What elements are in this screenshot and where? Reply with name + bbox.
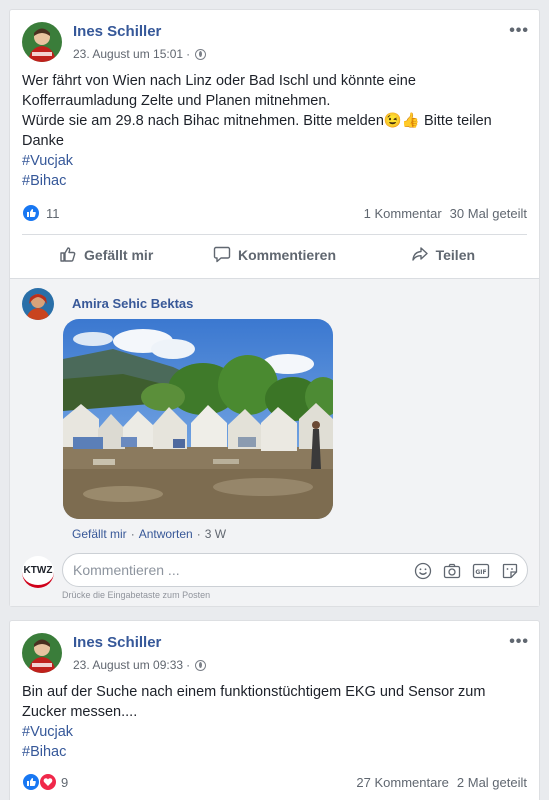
comment-input[interactable] <box>73 554 393 586</box>
post-date[interactable]: 23. August um 15:01 <box>73 47 183 61</box>
post-author[interactable]: Ines Schiller <box>73 634 161 651</box>
comment-photo[interactable] <box>63 319 333 519</box>
shares-count[interactable]: 2 Mal geteilt <box>457 775 527 790</box>
comments-section: Amira Sehic Bektas Gefällt mir · Antwort… <box>10 278 539 606</box>
reactions[interactable]: 9 <box>22 773 68 791</box>
post-meta: 23. August um 09:33 · <box>73 658 207 672</box>
author-avatar[interactable] <box>22 633 62 673</box>
hashtag-link[interactable]: #Bihac <box>22 171 525 191</box>
post-date[interactable]: 23. August um 09:33 <box>73 658 183 672</box>
current-user-avatar[interactable]: KTWZ <box>22 556 54 588</box>
post-author[interactable]: Ines Schiller <box>73 23 161 40</box>
comment-button[interactable]: Kommentieren <box>190 239 358 271</box>
reaction-summary: 9 27 Kommentare 2 Mal geteilt <box>22 773 527 795</box>
author-avatar[interactable] <box>22 22 62 62</box>
comment-hint: Drücke die Eingabetaste zum Posten <box>62 590 211 600</box>
divider <box>22 234 527 235</box>
post-meta: 23. August um 15:01 · <box>73 47 207 61</box>
globe-icon <box>195 48 207 60</box>
comment-author[interactable]: Amira Sehic Bektas <box>72 296 193 311</box>
post-menu-button[interactable]: ••• <box>509 22 529 40</box>
reactions[interactable]: 11 <box>22 204 60 222</box>
emoji-icon[interactable] <box>413 561 432 580</box>
reaction-count: 11 <box>46 205 60 221</box>
comment-icon <box>213 245 231 266</box>
commenter-avatar[interactable] <box>22 288 54 320</box>
hashtag-link[interactable]: #Vucjak <box>22 151 525 171</box>
comments-count[interactable]: 1 Kommentar <box>364 206 442 221</box>
camera-icon[interactable] <box>442 561 461 580</box>
post-menu-button[interactable]: ••• <box>509 633 529 651</box>
love-icon <box>39 773 57 791</box>
post-text: Wer fährt von Wien nach Linz oder Bad Is… <box>22 71 525 191</box>
post-actions: Gefällt mir Kommentieren Teilen <box>22 239 527 271</box>
sticker-icon[interactable] <box>500 561 519 580</box>
gif-icon[interactable]: GIF <box>471 561 490 580</box>
comments-count[interactable]: 27 Kommentare <box>356 775 449 790</box>
like-icon <box>22 773 40 791</box>
share-icon <box>411 245 429 266</box>
reaction-summary: 11 1 Kommentar 30 Mal geteilt <box>22 204 527 226</box>
like-button[interactable]: Gefällt mir <box>22 239 190 271</box>
comment-age[interactable]: 3 W <box>205 527 226 541</box>
like-icon <box>59 245 77 266</box>
hashtag-link[interactable]: #Bihac <box>22 742 525 762</box>
post-card: Ines Schiller 23. August um 09:33 · ••• … <box>9 620 540 800</box>
globe-icon <box>195 659 207 671</box>
comment-input-box[interactable]: GIF <box>62 553 528 587</box>
post-card: Ines Schiller 23. August um 15:01 · ••• … <box>9 9 540 607</box>
share-button[interactable]: Teilen <box>359 239 527 271</box>
comment-meta: Gefällt mir · Antworten · 3 W <box>72 527 227 541</box>
svg-text:GIF: GIF <box>475 568 486 575</box>
hashtag-link[interactable]: #Vucjak <box>22 722 525 742</box>
comment-reply-link[interactable]: Antworten <box>139 527 193 541</box>
shares-count[interactable]: 30 Mal geteilt <box>450 206 527 221</box>
like-icon <box>22 204 40 222</box>
comment-like-link[interactable]: Gefällt mir <box>72 527 127 541</box>
reaction-count: 9 <box>61 774 69 790</box>
post-text: Bin auf der Suche nach einem funktionstü… <box>22 682 525 762</box>
